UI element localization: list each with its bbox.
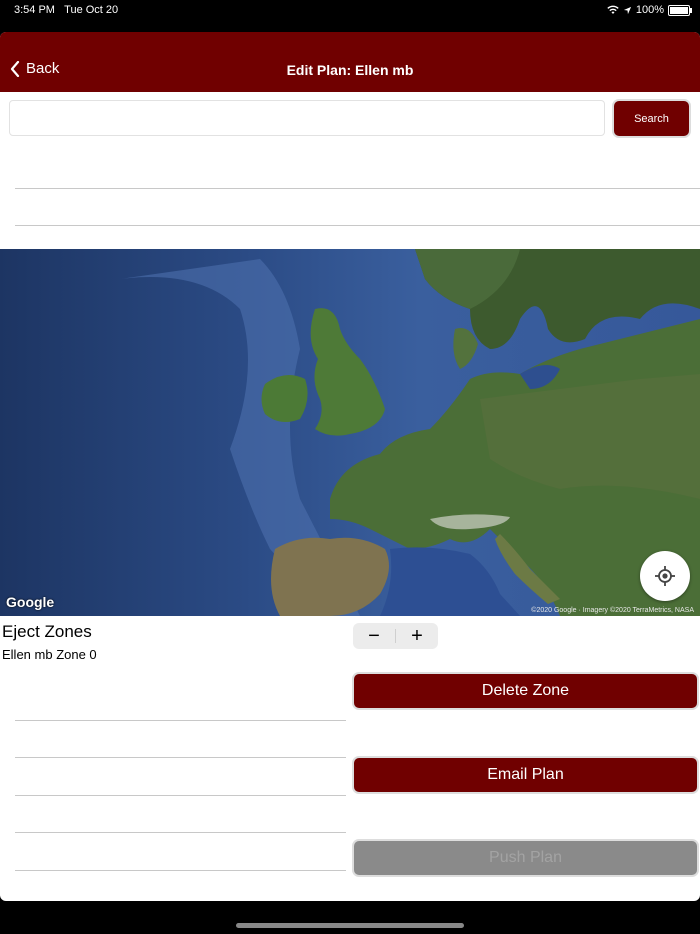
google-logo: Google [6,594,55,610]
email-plan-button[interactable]: Email Plan [354,758,697,792]
push-plan-button[interactable]: Push Plan [354,841,697,875]
search-input[interactable] [9,100,605,136]
app-window: Back Edit Plan: Ellen mb Search Google ©… [0,32,700,901]
increment-button[interactable]: + [396,623,438,649]
my-location-button[interactable] [640,551,690,601]
decrement-button[interactable]: − [353,623,395,649]
status-bar: 3:54 PM Tue Oct 20 100% [0,0,700,32]
status-time: 3:54 PM [14,4,55,16]
zone-stepper: − + [353,623,438,649]
status-indicators: 100% [607,4,692,16]
page-title: Edit Plan: Ellen mb [286,62,414,78]
zone-list-item[interactable]: Ellen mb Zone 0 [2,647,97,662]
satellite-map[interactable]: Google ©2020 Google · Imagery ©2020 Terr… [0,249,700,616]
zone-list-separator [15,870,346,871]
search-button[interactable]: Search [614,101,689,136]
zone-list-separator [15,757,346,758]
zone-list-separator [15,720,346,721]
search-result-separator [15,225,700,226]
status-date: Tue Oct 20 [64,4,119,16]
eject-zones-heading: Eject Zones [2,622,92,641]
map-attribution: ©2020 Google · Imagery ©2020 TerraMetric… [531,607,694,614]
battery-fill [670,6,688,14]
home-indicator[interactable] [236,923,464,928]
crosshair-icon [655,566,675,586]
zone-list-separator [15,795,346,796]
wifi-icon [607,5,619,14]
status-time-date: 3:54 PM Tue Oct 20 [14,4,118,16]
battery-percent: 100% [635,4,664,16]
battery-icon [668,4,692,16]
navigation-bar: Back Edit Plan: Ellen mb [0,32,700,92]
zone-list-separator [15,832,346,833]
delete-zone-button[interactable]: Delete Zone [354,674,697,708]
search-result-separator [15,188,700,189]
location-arrow-icon [623,6,631,14]
map-imagery [0,249,700,616]
